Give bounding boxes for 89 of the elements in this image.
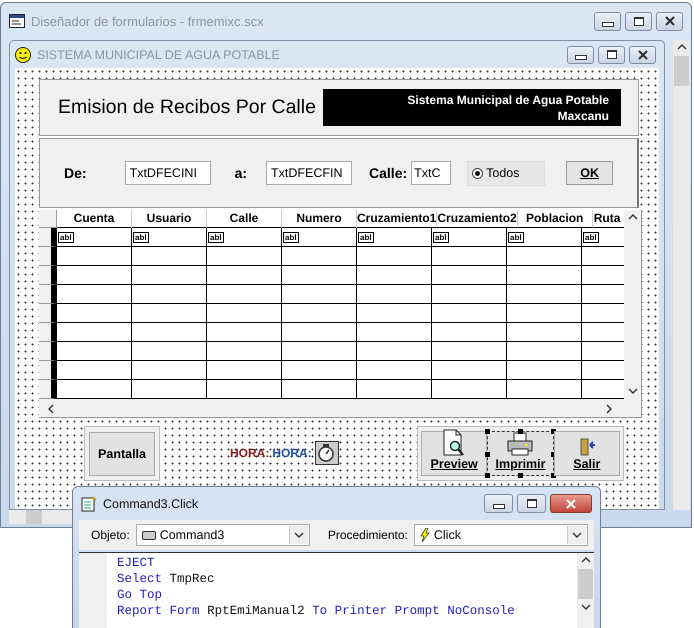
row-indicator[interactable]	[39, 342, 57, 361]
stopwatch-icon	[314, 441, 339, 465]
column-header[interactable]: Calle	[207, 210, 282, 228]
close-button[interactable]	[656, 12, 683, 30]
minimize-button[interactable]	[567, 46, 594, 64]
minimize-icon	[574, 55, 586, 60]
object-dropdown[interactable]: Command3	[136, 524, 310, 546]
printer-icon	[506, 431, 534, 457]
column-header[interactable]: Usuario	[132, 210, 207, 228]
close-button[interactable]	[629, 46, 656, 64]
code-line: Select TmpRec	[117, 571, 216, 587]
close-icon	[565, 498, 577, 508]
row-indicator[interactable]	[39, 228, 57, 247]
row-indicator[interactable]	[39, 285, 57, 304]
textbox-control-icon: abl	[583, 232, 599, 242]
procedure-dropdown[interactable]: Click	[414, 524, 588, 546]
selection-handle[interactable]	[518, 473, 524, 478]
corner-cell	[39, 210, 57, 228]
combo-label: Procedimiento:	[328, 528, 408, 542]
code-editor[interactable]: EJECT Select TmpRec Go Top Report Form RptEmiManual2 To Printer Prompt NoConsole	[79, 552, 594, 628]
field-label: a:	[234, 165, 248, 181]
textbox-control-icon: abl	[58, 232, 74, 242]
window-title: Command3.Click	[103, 496, 198, 510]
maximize-icon	[606, 50, 616, 59]
textbox-control-icon: abl	[508, 232, 524, 242]
close-icon	[636, 50, 648, 60]
maximize-icon	[526, 499, 536, 508]
row-indicator[interactable]	[39, 323, 57, 342]
pantalla-button[interactable]: Pantalla	[89, 432, 155, 476]
field-label: Calle:	[369, 165, 408, 181]
window-title: SISTEMA MUNICIPAL DE AGUA POTABLE	[37, 48, 280, 62]
code-line: EJECT	[117, 555, 156, 571]
minimize-icon	[492, 504, 504, 509]
time-label: HORA:	[230, 446, 270, 460]
code-line: Go Top	[117, 587, 164, 603]
minimize-button[interactable]	[594, 12, 621, 30]
selection-handle[interactable]	[518, 429, 524, 434]
minimize-button[interactable]	[484, 494, 513, 513]
textbox-control-icon: abl	[358, 232, 374, 242]
row-indicator[interactable]	[39, 380, 57, 399]
horizontal-scrollbar[interactable]	[9, 509, 72, 524]
print-button[interactable]: Imprimir	[487, 431, 554, 476]
field-label: De:	[64, 165, 87, 181]
form-heading: Emision de Recibos Por Calle	[58, 96, 316, 119]
editor-scrollbar[interactable]	[577, 553, 594, 628]
text-field[interactable]: TxtDFECINI	[124, 161, 211, 185]
code-line: Report Form RptEmiManual2 To Printer Prompt NoConsole	[117, 603, 515, 619]
maximize-button[interactable]	[517, 494, 546, 513]
textbox-control-icon: abl	[433, 232, 449, 242]
preview-button[interactable]: Preview	[421, 431, 488, 476]
close-button[interactable]	[550, 494, 592, 513]
row-indicator[interactable]	[39, 361, 57, 380]
maximize-button[interactable]	[598, 46, 625, 64]
column-header[interactable]: Cruzamiento1	[357, 210, 438, 228]
banner-text: Maxcanu	[556, 108, 609, 124]
exit-button[interactable]: Salir	[554, 431, 620, 476]
ok-button[interactable]: OK	[566, 161, 614, 185]
banner-text: Sistema Municipal de Agua Potable	[406, 92, 609, 108]
vertical-scrollbar[interactable]	[673, 40, 690, 510]
textbox-control-icon: abl	[208, 232, 224, 242]
maximize-button[interactable]	[625, 12, 652, 30]
smiley-icon	[15, 46, 31, 62]
code-page-icon	[81, 496, 97, 512]
button-shape-icon	[142, 530, 156, 540]
textbox-control-icon: abl	[133, 232, 149, 242]
row-indicator[interactable]	[39, 266, 57, 285]
text-field[interactable]: TxtDFECFIN	[266, 161, 352, 185]
selection-handle[interactable]	[485, 429, 490, 434]
combo-label: Objeto:	[91, 528, 130, 542]
lightning-icon	[420, 528, 430, 542]
maximize-icon	[634, 16, 644, 26]
minimize-icon	[602, 22, 614, 26]
selection-handle[interactable]	[485, 452, 490, 456]
selection-handle[interactable]	[485, 473, 490, 478]
column-header[interactable]: Cruzamiento2	[437, 210, 518, 228]
form-icon	[9, 14, 25, 28]
textbox-control-icon: abl	[283, 232, 299, 242]
row-indicator[interactable]	[39, 247, 57, 266]
column-header[interactable]: Poblacion	[518, 210, 593, 228]
time-label: HORA:	[272, 446, 312, 460]
scroll-thumb[interactable]	[26, 509, 42, 524]
row-indicator[interactable]	[39, 304, 57, 323]
text-field[interactable]: TxtC	[411, 161, 452, 185]
scroll-thumb[interactable]	[578, 569, 593, 599]
column-header[interactable]: Cuenta	[57, 210, 132, 228]
column-header[interactable]: Numero	[282, 210, 357, 228]
window-title: Diseñador de formularios - frmemixc.scx	[31, 14, 264, 28]
scroll-thumb[interactable]	[674, 56, 689, 86]
close-icon	[664, 16, 676, 26]
